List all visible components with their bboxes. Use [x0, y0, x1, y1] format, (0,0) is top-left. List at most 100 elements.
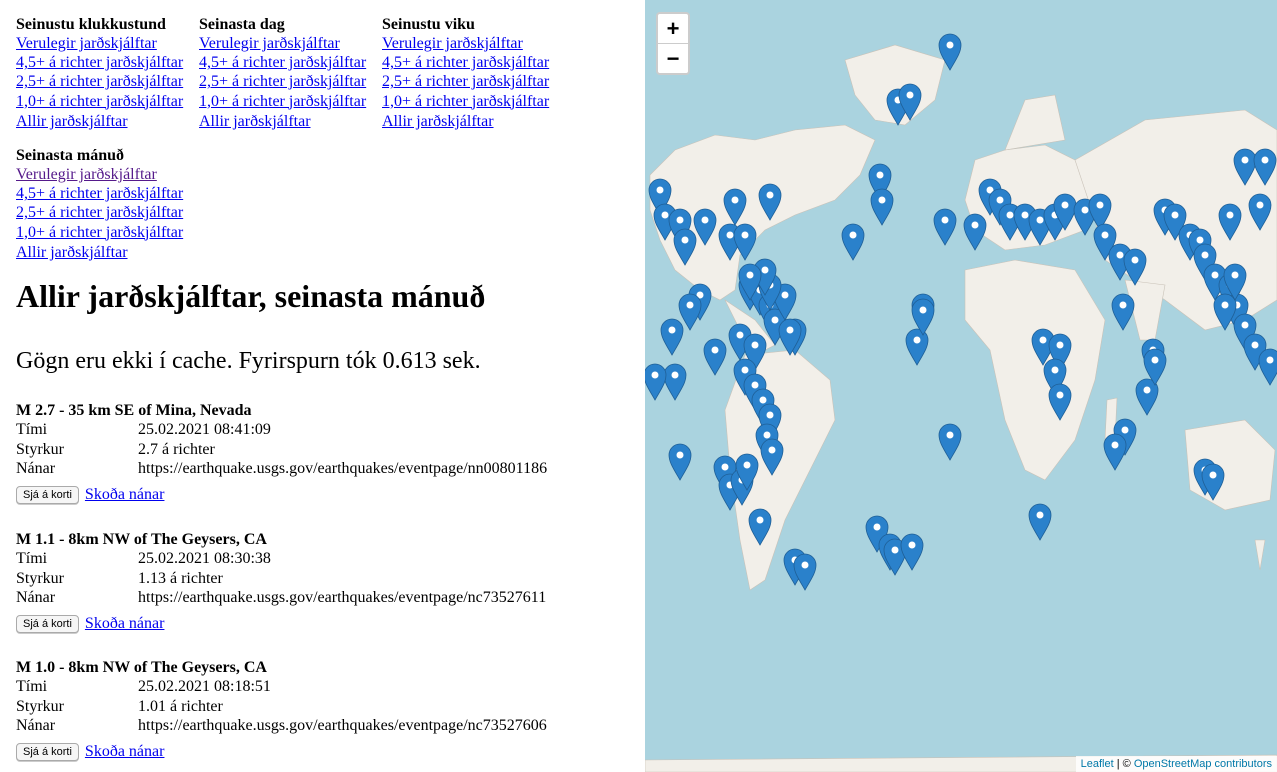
quake-marker[interactable] [660, 318, 684, 356]
time-label: Tími [16, 421, 48, 438]
map-attribution: Leaflet | © OpenStreetMap contributors [1075, 756, 1277, 772]
nav-heading: Seinasta dag [199, 16, 285, 33]
nav-link-all[interactable]: Allir jarðskjálftar [199, 112, 379, 131]
quake-time: 25.02.2021 08:41:09 [138, 421, 271, 438]
nav-day: Seinasta dag Verulegir jarðskjálftar 4,5… [199, 15, 379, 131]
nav-link-25[interactable]: 2,5+ á richter jarðskjálftar [16, 203, 196, 222]
details-label: Nánar [16, 460, 56, 477]
show-on-map-button[interactable]: Sjá á korti [16, 614, 79, 633]
quake-marker[interactable] [933, 208, 957, 246]
leaflet-link[interactable]: Leaflet [1081, 758, 1114, 770]
quake-magnitude: 1.01 á richter [138, 697, 223, 715]
quake-marker[interactable] [1248, 193, 1272, 231]
quake-url: https://earthquake.usgs.gov/earthquakes/… [138, 717, 547, 734]
view-details-link[interactable]: Skoða nánar [85, 615, 165, 633]
nav-link-significant[interactable]: Verulegir jarðskjálftar [382, 34, 562, 53]
nav-link-10[interactable]: 1,0+ á richter jarðskjálftar [382, 92, 562, 111]
nav-heading: Seinustu viku [382, 16, 475, 33]
quake-marker[interactable] [1123, 248, 1147, 286]
quake-marker[interactable] [663, 363, 687, 401]
quake-marker[interactable] [758, 183, 782, 221]
zoom-control: + − [656, 12, 690, 75]
quake-magnitude: 1.13 á richter [138, 569, 223, 587]
quake-title: M 1.0 - 8km NW of The Geysers, CA [16, 659, 267, 676]
quake-marker[interactable] [645, 363, 667, 401]
show-on-map-button[interactable]: Sjá á korti [16, 485, 79, 504]
nav-link-10[interactable]: 1,0+ á richter jarðskjálftar [16, 92, 196, 111]
quake-marker[interactable] [1233, 148, 1257, 186]
show-on-map-button[interactable]: Sjá á korti [16, 742, 79, 761]
attribution-separator: | © [1113, 758, 1134, 770]
quake-time: 25.02.2021 08:18:51 [138, 678, 271, 695]
time-label: Tími [16, 678, 48, 695]
quake-marker[interactable] [673, 228, 697, 266]
nav-link-25[interactable]: 2,5+ á richter jarðskjálftar [16, 72, 196, 91]
nav-link-45[interactable]: 4,5+ á richter jarðskjálftar [16, 53, 196, 72]
quake-marker[interactable] [938, 423, 962, 461]
quake-marker[interactable] [1218, 203, 1242, 241]
quake-marker[interactable] [1103, 433, 1127, 471]
nav-link-45[interactable]: 4,5+ á richter jarðskjálftar [382, 53, 562, 72]
magnitude-label: Styrkur [16, 697, 64, 715]
nav-link-25[interactable]: 2,5+ á richter jarðskjálftar [199, 72, 379, 91]
quake-marker[interactable] [733, 223, 757, 261]
nav-heading: Seinasta mánuð [16, 147, 125, 164]
quake-marker[interactable] [1048, 383, 1072, 421]
quake-magnitude: 2.7 á richter [138, 440, 215, 458]
quake-marker[interactable] [1213, 293, 1237, 331]
quake-marker[interactable] [748, 508, 772, 546]
nav-hour: Seinustu klukkustund Verulegir jarðskjál… [16, 15, 196, 131]
quake-marker[interactable] [1258, 348, 1277, 386]
quake-marker[interactable] [900, 533, 924, 571]
nav-link-all[interactable]: Allir jarðskjálftar [16, 112, 196, 131]
magnitude-label: Styrkur [16, 569, 64, 587]
quake-marker[interactable] [1111, 293, 1135, 331]
nav-link-significant[interactable]: Verulegir jarðskjálftar [199, 34, 379, 53]
details-label: Nánar [16, 589, 56, 606]
quake-marker[interactable] [841, 223, 865, 261]
zoom-in-button[interactable]: + [658, 14, 688, 44]
nav-link-10[interactable]: 1,0+ á richter jarðskjálftar [199, 92, 379, 111]
earthquake-markers [645, 33, 1277, 591]
quake-marker[interactable] [1253, 148, 1277, 186]
quake-item: M 1.0 - 8km NW of The Geysers, CA Tími 25… [16, 658, 636, 761]
nav-link-significant[interactable]: Verulegir jarðskjálftar [16, 165, 196, 184]
quake-marker[interactable] [668, 443, 692, 481]
left-panel: Seinustu klukkustund Verulegir jarðskjál… [0, 0, 645, 772]
zoom-out-button[interactable]: − [658, 44, 688, 73]
nav-link-all[interactable]: Allir jarðskjálftar [382, 112, 562, 131]
quake-marker[interactable] [703, 338, 727, 376]
view-details-link[interactable]: Skoða nánar [85, 486, 165, 504]
cache-info: Gögn eru ekki í cache. Fyrirspurn tók 0.… [16, 348, 481, 374]
quake-marker[interactable] [693, 208, 717, 246]
nav-link-10[interactable]: 1,0+ á richter jarðskjálftar [16, 223, 196, 242]
nav-heading: Seinustu klukkustund [16, 16, 166, 33]
quake-marker[interactable] [1028, 503, 1052, 541]
quake-marker[interactable] [905, 328, 929, 366]
quake-marker[interactable] [678, 293, 702, 331]
quake-marker[interactable] [760, 438, 784, 476]
quake-title: M 2.7 - 35 km SE of Mina, Nevada [16, 402, 252, 419]
quake-marker[interactable] [793, 553, 817, 591]
nav-link-25[interactable]: 2,5+ á richter jarðskjálftar [382, 72, 562, 91]
nav-link-45[interactable]: 4,5+ á richter jarðskjálftar [16, 184, 196, 203]
quake-time: 25.02.2021 08:30:38 [138, 550, 271, 567]
quake-marker[interactable] [938, 33, 962, 71]
magnitude-label: Styrkur [16, 440, 64, 458]
nav-link-significant[interactable]: Verulegir jarðskjálftar [16, 34, 196, 53]
quake-marker[interactable] [870, 188, 894, 226]
world-map[interactable]: + − Leaflet | © OpenStreetMap contributo… [645, 0, 1277, 772]
nav-month: Seinasta mánuð Verulegir jarðskjálftar 4… [16, 146, 196, 262]
page-title: Allir jarðskjálftar, seinasta mánuð [16, 278, 486, 314]
nav-week: Seinustu viku Verulegir jarðskjálftar 4,… [382, 15, 562, 131]
quake-item: M 1.1 - 8km NW of The Geysers, CA Tími 25… [16, 530, 636, 633]
osm-link[interactable]: OpenStreetMap contributors [1134, 758, 1272, 770]
details-label: Nánar [16, 717, 56, 734]
quake-marker[interactable] [963, 213, 987, 251]
quake-url: https://earthquake.usgs.gov/earthquakes/… [138, 460, 548, 477]
nav-link-45[interactable]: 4,5+ á richter jarðskjálftar [199, 53, 379, 72]
nav-link-all[interactable]: Allir jarðskjálftar [16, 243, 196, 262]
view-details-link[interactable]: Skoða nánar [85, 743, 165, 761]
quake-marker[interactable] [723, 188, 747, 226]
quake-title: M 1.1 - 8km NW of The Geysers, CA [16, 531, 267, 548]
